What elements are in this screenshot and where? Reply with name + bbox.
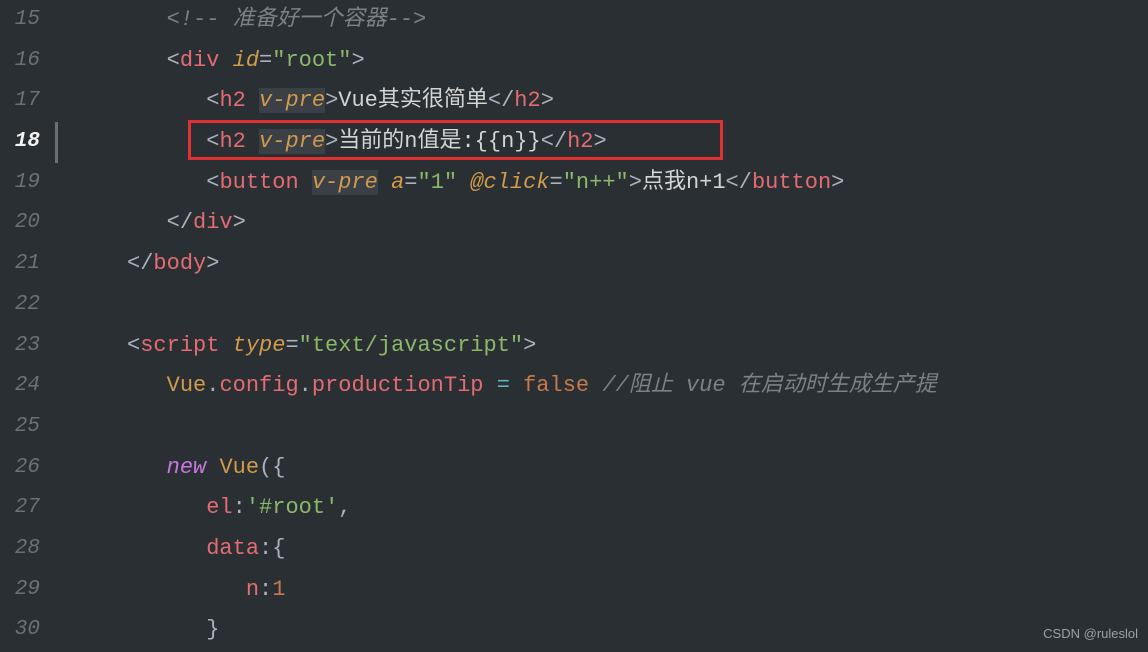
line-number: 27: [0, 488, 40, 529]
active-line-indicator: [55, 122, 58, 163]
watermark: CSDN @ruleslol: [1043, 622, 1138, 646]
code-area[interactable]: <!-- 准备好一个容器--> <div id="root"> <h2 v-pr…: [55, 0, 1148, 652]
code-line[interactable]: }: [55, 610, 1148, 651]
code-line[interactable]: [55, 285, 1148, 326]
code-line-current[interactable]: <h2 v-pre>当前的n值是:{{n}}</h2>: [55, 122, 1148, 163]
code-line[interactable]: </div>: [55, 203, 1148, 244]
line-number: 23: [0, 326, 40, 367]
code-editor[interactable]: 15 16 17 18 19 20 21 22 23 24 25 26 27 2…: [0, 0, 1148, 652]
comment: <!-- 准备好一个容器-->: [167, 7, 427, 32]
line-gutter: 15 16 17 18 19 20 21 22 23 24 25 26 27 2…: [0, 0, 55, 652]
line-number-current: 18: [0, 122, 40, 163]
code-line[interactable]: [55, 407, 1148, 448]
line-number: 30: [0, 610, 40, 651]
vpre-attr: v-pre: [259, 88, 325, 113]
line-number: 24: [0, 366, 40, 407]
vpre-attr: v-pre: [312, 170, 378, 195]
code-line[interactable]: new Vue({: [55, 448, 1148, 489]
line-number: 20: [0, 203, 40, 244]
code-line[interactable]: <button v-pre a="1" @click="n++">点我n+1</…: [55, 163, 1148, 204]
line-number: 25: [0, 407, 40, 448]
code-line[interactable]: <div id="root">: [55, 41, 1148, 82]
line-number: 15: [0, 0, 40, 41]
line-number: 26: [0, 448, 40, 489]
line-number: 29: [0, 570, 40, 611]
line-number: 19: [0, 163, 40, 204]
line-number: 22: [0, 285, 40, 326]
line-number: 28: [0, 529, 40, 570]
code-line[interactable]: n:1: [55, 570, 1148, 611]
line-number: 16: [0, 41, 40, 82]
code-line[interactable]: el:'#root',: [55, 488, 1148, 529]
code-line[interactable]: <!-- 准备好一个容器-->: [55, 0, 1148, 41]
vpre-attr: v-pre: [259, 129, 325, 154]
code-line[interactable]: <script type="text/javascript">: [55, 326, 1148, 367]
code-line[interactable]: Vue.config.productionTip = false //阻止 vu…: [55, 366, 1148, 407]
code-line[interactable]: </body>: [55, 244, 1148, 285]
code-line[interactable]: data:{: [55, 529, 1148, 570]
code-line[interactable]: <h2 v-pre>Vue其实很简单</h2>: [55, 81, 1148, 122]
line-number: 17: [0, 81, 40, 122]
line-number: 21: [0, 244, 40, 285]
